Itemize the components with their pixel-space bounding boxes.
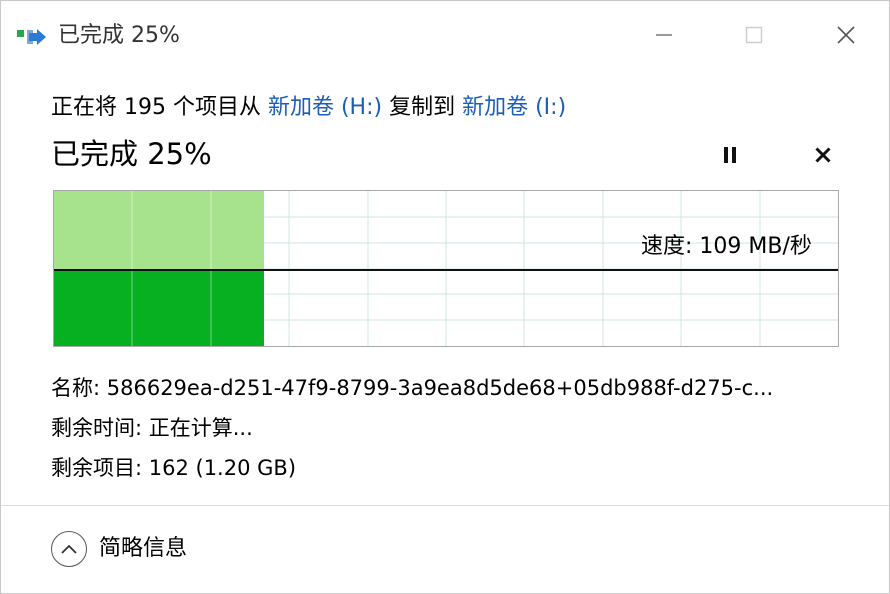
file-copy-icon [17,29,46,45]
minimize-button[interactable] [644,15,684,55]
source-drive-link[interactable]: 新加卷 (H:) [268,95,382,120]
pause-icon [724,147,736,163]
details-panel: 名称: 586629ea-d251-47f9-8799-3a9ea8d5de68… [51,368,846,488]
maximize-icon [745,26,763,44]
title-bar[interactable]: 已完成 25% [1,1,889,71]
items-remaining: 剩余项目: 162 (1.20 GB) [51,456,297,480]
copy-description: 正在将 195 个项目从 新加卷 (H:) 复制到 新加卷 (I:) [51,91,566,125]
time-remaining: 剩余时间: 正在计算... [51,416,253,440]
maximize-button[interactable] [734,15,774,55]
copy-prefix: 正在将 195 个项目从 [51,95,268,120]
copy-progress-window: 已完成 25% 正在将 195 个项目从 新加卷 (H:) 复制到 新加卷 (I… [0,0,890,594]
chevron-up-icon [61,544,77,554]
close-icon [837,26,855,44]
footer-divider [1,505,889,506]
destination-drive-link[interactable]: 新加卷 (I:) [462,95,566,120]
copy-middle: 复制到 [382,95,463,120]
graph-grid [54,191,838,346]
progress-status: 已完成 25% [51,137,212,171]
pause-button[interactable] [714,139,746,171]
fewer-details-label: 简略信息 [99,536,188,561]
transfer-speed-graph: 速度: 109 MB/秒 [53,190,839,347]
minimize-icon [656,34,672,36]
file-name: 名称: 586629ea-d251-47f9-8799-3a9ea8d5de68… [51,376,774,400]
cancel-icon [815,147,831,163]
speed-label: 速度: 109 MB/秒 [641,234,812,259]
toggle-circle[interactable] [51,531,87,567]
fewer-details-toggle[interactable]: 简略信息 [51,531,187,567]
cancel-button[interactable] [807,139,839,171]
close-button[interactable] [826,15,866,55]
window-title: 已完成 25% [58,23,180,48]
